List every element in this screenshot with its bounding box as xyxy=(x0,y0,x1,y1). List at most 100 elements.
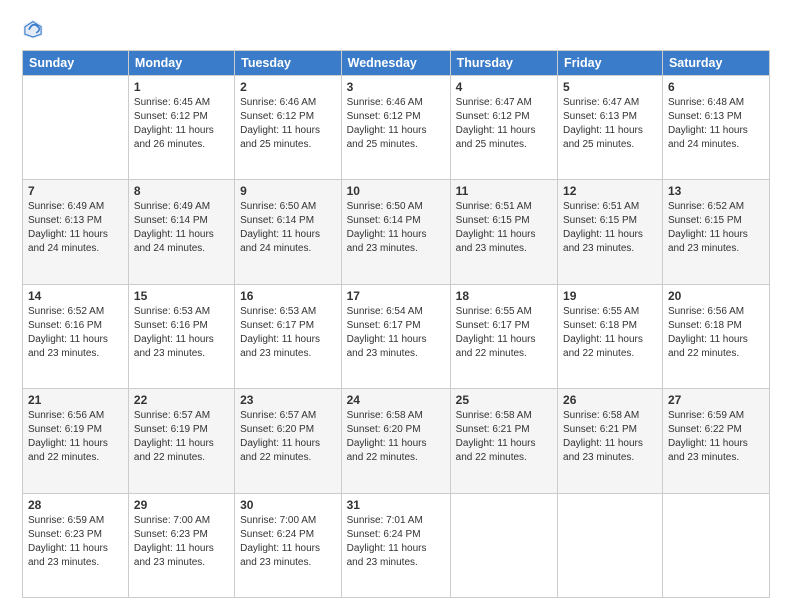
day-cell: 5 Sunrise: 6:47 AM Sunset: 6:13 PM Dayli… xyxy=(558,76,663,180)
sunrise: Sunrise: 6:51 AM xyxy=(563,201,639,212)
daylight: Daylight: 11 hours and 24 minutes. xyxy=(668,125,748,150)
sunrise: Sunrise: 6:57 AM xyxy=(240,410,316,421)
sunrise: Sunrise: 7:00 AM xyxy=(240,515,316,526)
sunset: Sunset: 6:14 PM xyxy=(347,215,421,226)
sunset: Sunset: 6:15 PM xyxy=(563,215,637,226)
day-cell: 29 Sunrise: 7:00 AM Sunset: 6:23 PM Dayl… xyxy=(128,493,234,597)
sunset: Sunset: 6:12 PM xyxy=(347,111,421,122)
sunrise: Sunrise: 6:50 AM xyxy=(347,201,423,212)
day-cell: 10 Sunrise: 6:50 AM Sunset: 6:14 PM Dayl… xyxy=(341,180,450,284)
sunrise: Sunrise: 7:00 AM xyxy=(134,515,210,526)
weekday-header-tuesday: Tuesday xyxy=(235,51,342,76)
daylight: Daylight: 11 hours and 23 minutes. xyxy=(240,334,320,359)
sunrise: Sunrise: 6:53 AM xyxy=(240,306,316,317)
day-number: 1 xyxy=(134,80,229,94)
logo xyxy=(22,18,48,40)
day-number: 18 xyxy=(456,289,552,303)
day-cell: 7 Sunrise: 6:49 AM Sunset: 6:13 PM Dayli… xyxy=(23,180,129,284)
daylight: Daylight: 11 hours and 23 minutes. xyxy=(347,543,427,568)
weekday-header-row: SundayMondayTuesdayWednesdayThursdayFrid… xyxy=(23,51,770,76)
daylight: Daylight: 11 hours and 25 minutes. xyxy=(347,125,427,150)
day-number: 7 xyxy=(28,184,123,198)
sunrise: Sunrise: 6:53 AM xyxy=(134,306,210,317)
sunset: Sunset: 6:22 PM xyxy=(668,424,742,435)
sunset: Sunset: 6:17 PM xyxy=(347,320,421,331)
week-row-1: 1 Sunrise: 6:45 AM Sunset: 6:12 PM Dayli… xyxy=(23,76,770,180)
sunset: Sunset: 6:23 PM xyxy=(134,529,208,540)
sunset: Sunset: 6:12 PM xyxy=(456,111,530,122)
day-number: 9 xyxy=(240,184,336,198)
day-number: 13 xyxy=(668,184,764,198)
day-cell: 26 Sunrise: 6:58 AM Sunset: 6:21 PM Dayl… xyxy=(558,389,663,493)
daylight: Daylight: 11 hours and 22 minutes. xyxy=(28,438,108,463)
sunrise: Sunrise: 6:45 AM xyxy=(134,97,210,108)
day-cell: 31 Sunrise: 7:01 AM Sunset: 6:24 PM Dayl… xyxy=(341,493,450,597)
day-number: 22 xyxy=(134,393,229,407)
sunset: Sunset: 6:14 PM xyxy=(134,215,208,226)
sunrise: Sunrise: 7:01 AM xyxy=(347,515,423,526)
daylight: Daylight: 11 hours and 23 minutes. xyxy=(240,543,320,568)
daylight: Daylight: 11 hours and 24 minutes. xyxy=(240,229,320,254)
sunset: Sunset: 6:15 PM xyxy=(668,215,742,226)
day-number: 8 xyxy=(134,184,229,198)
daylight: Daylight: 11 hours and 23 minutes. xyxy=(668,229,748,254)
day-number: 25 xyxy=(456,393,552,407)
day-cell: 25 Sunrise: 6:58 AM Sunset: 6:21 PM Dayl… xyxy=(450,389,557,493)
day-number: 21 xyxy=(28,393,123,407)
sunset: Sunset: 6:17 PM xyxy=(456,320,530,331)
sunset: Sunset: 6:17 PM xyxy=(240,320,314,331)
day-cell: 22 Sunrise: 6:57 AM Sunset: 6:19 PM Dayl… xyxy=(128,389,234,493)
daylight: Daylight: 11 hours and 23 minutes. xyxy=(28,543,108,568)
day-number: 15 xyxy=(134,289,229,303)
sunset: Sunset: 6:12 PM xyxy=(240,111,314,122)
sunset: Sunset: 6:24 PM xyxy=(347,529,421,540)
weekday-header-saturday: Saturday xyxy=(662,51,769,76)
daylight: Daylight: 11 hours and 25 minutes. xyxy=(563,125,643,150)
daylight: Daylight: 11 hours and 23 minutes. xyxy=(668,438,748,463)
day-number: 30 xyxy=(240,498,336,512)
day-number: 27 xyxy=(668,393,764,407)
daylight: Daylight: 11 hours and 22 minutes. xyxy=(456,334,536,359)
daylight: Daylight: 11 hours and 22 minutes. xyxy=(668,334,748,359)
day-number: 14 xyxy=(28,289,123,303)
day-cell: 9 Sunrise: 6:50 AM Sunset: 6:14 PM Dayli… xyxy=(235,180,342,284)
week-row-4: 21 Sunrise: 6:56 AM Sunset: 6:19 PM Dayl… xyxy=(23,389,770,493)
day-cell: 11 Sunrise: 6:51 AM Sunset: 6:15 PM Dayl… xyxy=(450,180,557,284)
day-cell: 2 Sunrise: 6:46 AM Sunset: 6:12 PM Dayli… xyxy=(235,76,342,180)
day-cell: 16 Sunrise: 6:53 AM Sunset: 6:17 PM Dayl… xyxy=(235,284,342,388)
day-cell: 12 Sunrise: 6:51 AM Sunset: 6:15 PM Dayl… xyxy=(558,180,663,284)
sunrise: Sunrise: 6:51 AM xyxy=(456,201,532,212)
weekday-header-wednesday: Wednesday xyxy=(341,51,450,76)
day-number: 5 xyxy=(563,80,657,94)
day-cell: 1 Sunrise: 6:45 AM Sunset: 6:12 PM Dayli… xyxy=(128,76,234,180)
daylight: Daylight: 11 hours and 23 minutes. xyxy=(456,229,536,254)
day-cell: 3 Sunrise: 6:46 AM Sunset: 6:12 PM Dayli… xyxy=(341,76,450,180)
header xyxy=(22,18,770,40)
daylight: Daylight: 11 hours and 23 minutes. xyxy=(347,334,427,359)
calendar-table: SundayMondayTuesdayWednesdayThursdayFrid… xyxy=(22,50,770,598)
day-number: 17 xyxy=(347,289,445,303)
week-row-3: 14 Sunrise: 6:52 AM Sunset: 6:16 PM Dayl… xyxy=(23,284,770,388)
sunset: Sunset: 6:14 PM xyxy=(240,215,314,226)
sunrise: Sunrise: 6:58 AM xyxy=(456,410,532,421)
sunrise: Sunrise: 6:49 AM xyxy=(28,201,104,212)
day-number: 3 xyxy=(347,80,445,94)
day-number: 31 xyxy=(347,498,445,512)
sunrise: Sunrise: 6:47 AM xyxy=(563,97,639,108)
sunset: Sunset: 6:13 PM xyxy=(28,215,102,226)
sunset: Sunset: 6:16 PM xyxy=(134,320,208,331)
day-cell: 23 Sunrise: 6:57 AM Sunset: 6:20 PM Dayl… xyxy=(235,389,342,493)
day-number: 26 xyxy=(563,393,657,407)
sunrise: Sunrise: 6:55 AM xyxy=(563,306,639,317)
day-cell: 17 Sunrise: 6:54 AM Sunset: 6:17 PM Dayl… xyxy=(341,284,450,388)
day-cell: 24 Sunrise: 6:58 AM Sunset: 6:20 PM Dayl… xyxy=(341,389,450,493)
sunset: Sunset: 6:24 PM xyxy=(240,529,314,540)
day-cell xyxy=(662,493,769,597)
logo-icon xyxy=(22,18,44,40)
sunrise: Sunrise: 6:52 AM xyxy=(28,306,104,317)
sunset: Sunset: 6:19 PM xyxy=(134,424,208,435)
daylight: Daylight: 11 hours and 24 minutes. xyxy=(28,229,108,254)
sunset: Sunset: 6:21 PM xyxy=(456,424,530,435)
sunset: Sunset: 6:15 PM xyxy=(456,215,530,226)
day-number: 20 xyxy=(668,289,764,303)
